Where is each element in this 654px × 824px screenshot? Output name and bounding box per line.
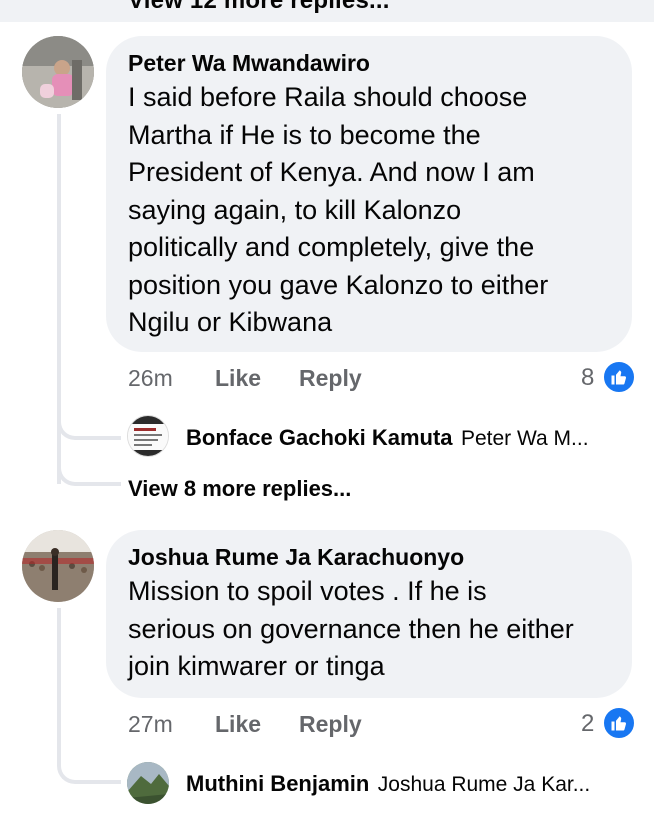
thread-line bbox=[57, 608, 61, 748]
avatar[interactable] bbox=[22, 36, 94, 108]
reply-preview[interactable]: Bonface Gachoki Kamuta Peter Wa M... bbox=[186, 425, 589, 451]
reply-author[interactable]: Muthini Benjamin bbox=[186, 771, 369, 796]
comment-bubble: Joshua Rume Ja Karachuonyo Mission to sp… bbox=[106, 530, 632, 698]
avatar[interactable] bbox=[127, 415, 169, 457]
reply-preview[interactable]: Muthini Benjamin Joshua Rume Ja Kar... bbox=[186, 771, 590, 797]
reply-author[interactable]: Bonface Gachoki Kamuta bbox=[186, 425, 453, 450]
reply-snippet: Peter Wa M... bbox=[460, 427, 589, 450]
comment-text-line: saying again, to kill Kalonzo bbox=[128, 194, 462, 225]
like-button[interactable]: Like bbox=[215, 711, 261, 738]
view-more-replies-link[interactable]: View 12 more replies... bbox=[128, 0, 390, 15]
thread-connector bbox=[57, 744, 121, 784]
comment-text-line: position you gave Kalonzo to either bbox=[128, 269, 549, 300]
avatar[interactable] bbox=[127, 762, 169, 804]
thread-connector bbox=[57, 400, 121, 440]
comment-text-line: politically and completely, give the bbox=[128, 232, 535, 262]
comment-text-line: serious on governance then he either bbox=[128, 613, 574, 644]
view-more-replies-link[interactable]: View 8 more replies... bbox=[128, 476, 351, 502]
comment-bubble: Peter Wa Mwandawiro I said before Raila … bbox=[106, 36, 632, 352]
comment-text-line: join kimwarer or tinga bbox=[128, 651, 385, 681]
avatar[interactable] bbox=[22, 530, 94, 602]
reaction-count[interactable]: 2 bbox=[581, 710, 594, 738]
comment-author[interactable]: Joshua Rume Ja Karachuonyo bbox=[128, 543, 632, 571]
thumbs-up-icon[interactable] bbox=[602, 360, 636, 394]
reaction-count[interactable]: 8 bbox=[581, 364, 594, 392]
comment-text-line: Ngilu or Kibwana bbox=[128, 307, 333, 337]
comment-author[interactable]: Peter Wa Mwandawiro bbox=[128, 49, 632, 77]
comment-timestamp[interactable]: 27m bbox=[128, 711, 173, 738]
comment-text-line: Mission to spoil votes . If he is bbox=[128, 576, 487, 606]
comment-timestamp[interactable]: 26m bbox=[128, 365, 173, 392]
comment-text-line: Martha if He is to become the bbox=[128, 119, 481, 150]
thread-connector bbox=[57, 446, 121, 486]
previous-thread-strip: View 12 more replies... bbox=[0, 0, 654, 22]
reply-snippet: Joshua Rume Ja Kar... bbox=[377, 773, 591, 796]
comment-text-line: I said before Raila should choose bbox=[128, 82, 528, 112]
like-button[interactable]: Like bbox=[215, 365, 261, 392]
reply-button[interactable]: Reply bbox=[299, 365, 362, 392]
thumbs-up-icon[interactable] bbox=[602, 706, 636, 740]
reply-button[interactable]: Reply bbox=[299, 711, 362, 738]
comment-text-line: President of Kenya. And now I am bbox=[128, 157, 535, 187]
